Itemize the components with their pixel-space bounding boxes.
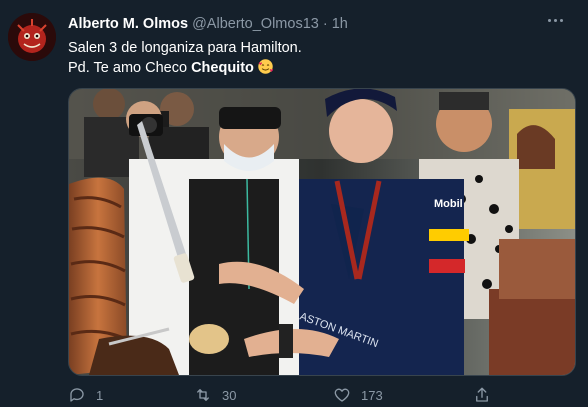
like-count: 173: [361, 387, 383, 403]
timestamp[interactable]: 1h: [332, 16, 348, 32]
more-options-icon[interactable]: [548, 12, 572, 32]
tweet-text-line-1: Salen 3 de longaniza para Hamilton.: [68, 40, 302, 56]
share-icon: [476, 387, 488, 402]
reply-button[interactable]: 1: [68, 385, 103, 405]
tweet-text-line-2: Pd. Te amo Checo Chequito: [68, 58, 568, 78]
share-button[interactable]: [473, 385, 491, 405]
author-name[interactable]: Alberto M. Olmos: [68, 16, 188, 32]
photo-image: Mobil ASTON MARTIN: [69, 89, 575, 375]
reply-count: 1: [96, 387, 104, 403]
retweet-count: 30: [222, 387, 237, 403]
smiling-face-with-hearts-icon: [258, 59, 274, 74]
heart-icon: [334, 388, 350, 402]
tweet-card[interactable]: Alberto M. Olmos @Alberto_Olmos13 · 1h S…: [0, 0, 588, 407]
reply-icon: [70, 388, 84, 402]
tweet-text-prefix: Pd. Te amo Checo: [68, 60, 192, 76]
retweet-icon: [197, 389, 209, 401]
author-avatar[interactable]: [8, 13, 56, 61]
retweet-button[interactable]: 30: [194, 385, 236, 405]
separator-dot: ·: [322, 16, 328, 32]
svg-text:Mobil: Mobil: [434, 198, 463, 210]
avatar-image: [8, 13, 56, 61]
tweet-text-bold: Chequito: [191, 60, 254, 76]
tweet-actions: 1 30 173: [68, 385, 574, 405]
tweet-header: Alberto M. Olmos @Alberto_Olmos13 · 1h: [68, 15, 348, 33]
tweet-photo[interactable]: Mobil ASTON MARTIN: [68, 88, 576, 376]
author-handle[interactable]: @Alberto_Olmos13: [192, 16, 319, 32]
like-button[interactable]: 173: [333, 385, 383, 405]
tweet-text: Salen 3 de longaniza para Hamilton. Pd. …: [68, 38, 568, 78]
